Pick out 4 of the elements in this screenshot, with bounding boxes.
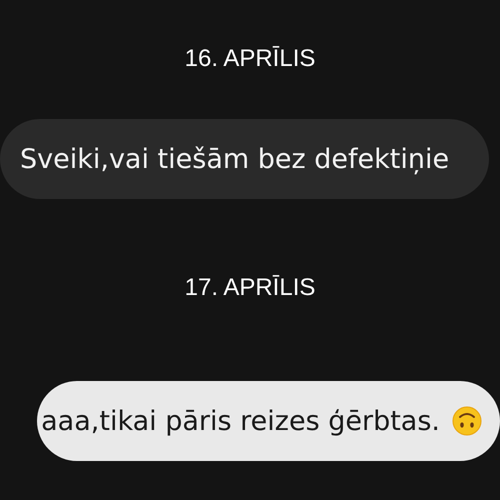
message-bubble: Sveiki,vai tiešām bez defektiņie: [0, 119, 490, 199]
date-label: 16. APRĪLIS: [184, 44, 316, 74]
message-text: aaa,tikai pāris reizes ģērbtas.: [41, 406, 440, 436]
date-label: 17. APRĪLIS: [184, 273, 316, 303]
